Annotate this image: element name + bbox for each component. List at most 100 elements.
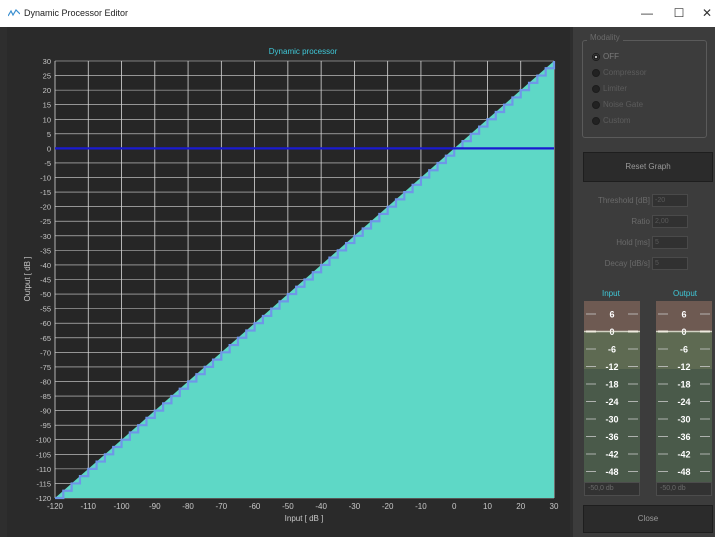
y-tick-label: 15 bbox=[43, 101, 51, 110]
y-tick-label: -15 bbox=[40, 188, 51, 197]
y-tick-label: -105 bbox=[36, 450, 51, 459]
meter-scale-label: -30 bbox=[677, 415, 690, 425]
y-tick-label: -35 bbox=[40, 246, 51, 255]
modality-custom-radio[interactable]: Custom bbox=[592, 116, 631, 125]
modality-off-label: OFF bbox=[603, 52, 619, 61]
x-tick-label: -90 bbox=[149, 502, 161, 511]
decay-input[interactable]: 5 bbox=[652, 257, 688, 270]
y-tick-label: -45 bbox=[40, 276, 51, 285]
input-meter-title: Input bbox=[602, 289, 620, 298]
y-tick-label: -60 bbox=[40, 319, 51, 328]
x-tick-label: 20 bbox=[516, 502, 525, 511]
meter-scale-label: -24 bbox=[677, 397, 690, 407]
modality-limiter-label: Limiter bbox=[603, 84, 628, 93]
modality-limiter-radio[interactable]: Limiter bbox=[592, 84, 627, 93]
y-tick-label: -80 bbox=[40, 377, 51, 386]
reset-graph-button[interactable]: Reset Graph bbox=[583, 152, 713, 182]
y-tick-label: -90 bbox=[40, 407, 51, 416]
x-tick-labels: -120 -110 -100 -90 -80 -70 -60 -50 -40 -30 -20 -10 0… bbox=[47, 502, 559, 511]
y-tick-label: -85 bbox=[40, 392, 51, 401]
meter-scale-label: 6 bbox=[681, 310, 686, 320]
x-tick-label: 10 bbox=[483, 502, 492, 511]
y-tick-label: -115 bbox=[37, 479, 51, 488]
meter-scale-label: -12 bbox=[605, 362, 618, 372]
meter-scale-label: -30 bbox=[605, 415, 618, 425]
y-tick-label: -75 bbox=[40, 363, 51, 372]
control-panel: Modality OFF Compressor Limiter Noise Ga… bbox=[573, 27, 715, 537]
app-wave-icon bbox=[8, 9, 20, 18]
meter-scale-label: -42 bbox=[677, 450, 690, 460]
output-level-meter: 60-6-12-18-24-30-36-42-48 bbox=[656, 301, 712, 486]
modality-legend: Modality bbox=[587, 33, 623, 42]
radio-unselected-icon bbox=[592, 68, 600, 77]
chart-panel[interactable]: -120 -110 -100 -90 -80 -70 -60 -50 -40 -30 -20 -10 0… bbox=[7, 27, 570, 537]
x-tick-label: -110 bbox=[81, 502, 97, 511]
y-tick-label: -55 bbox=[40, 305, 51, 314]
title-bar: Dynamic Processor Editor — ☐ ✕ bbox=[0, 0, 715, 27]
minimize-button[interactable]: — bbox=[636, 4, 658, 22]
y-axis-label: Output [ dB ] bbox=[23, 257, 32, 302]
ratio-label: Ratio bbox=[631, 217, 650, 226]
modality-compressor-radio[interactable]: Compressor bbox=[592, 68, 647, 77]
x-tick-label: -100 bbox=[114, 502, 131, 511]
y-tick-label: -100 bbox=[36, 436, 51, 445]
meter-scale-label: 6 bbox=[609, 310, 614, 320]
input-level-meter: 60-6-12-18-24-30-36-42-48 bbox=[584, 301, 640, 486]
x-tick-label: -60 bbox=[249, 502, 261, 511]
transfer-curve-chart[interactable]: -120 -110 -100 -90 -80 -70 -60 -50 -40 -30 -20 -10 0… bbox=[7, 27, 570, 537]
meter-scale-label: -48 bbox=[605, 467, 618, 477]
meter-scale-label: -12 bbox=[677, 362, 690, 372]
radio-unselected-icon bbox=[592, 84, 600, 93]
x-tick-label: 0 bbox=[452, 502, 457, 511]
hold-input[interactable]: 5 bbox=[652, 236, 688, 249]
y-tick-label: -25 bbox=[40, 217, 51, 226]
ratio-input[interactable]: 2,00 bbox=[652, 215, 688, 228]
meter-scale-label: -6 bbox=[608, 345, 616, 355]
meter-scale-label: -36 bbox=[677, 432, 690, 442]
chart-title: Dynamic processor bbox=[269, 47, 338, 56]
maximize-button[interactable]: ☐ bbox=[668, 4, 690, 22]
radio-unselected-icon bbox=[592, 100, 600, 109]
x-tick-label: -120 bbox=[47, 502, 64, 511]
output-meter-title: Output bbox=[673, 289, 698, 298]
close-window-button[interactable]: ✕ bbox=[696, 4, 715, 22]
input-level-readout: -50,0 db bbox=[584, 482, 640, 496]
y-tick-label: 10 bbox=[43, 115, 51, 124]
decay-label: Decay [dB/s] bbox=[604, 259, 650, 268]
x-axis-label: Input [ dB ] bbox=[285, 514, 324, 523]
close-button[interactable]: Close bbox=[583, 505, 713, 533]
x-tick-label: 30 bbox=[550, 502, 559, 511]
meter-scale-label: -48 bbox=[677, 467, 690, 477]
y-tick-label: 5 bbox=[47, 130, 51, 139]
x-tick-label: -20 bbox=[382, 502, 394, 511]
y-tick-label: -10 bbox=[40, 174, 51, 183]
modality-custom-label: Custom bbox=[603, 116, 631, 125]
y-tick-label: -95 bbox=[40, 421, 51, 430]
y-tick-label: -5 bbox=[44, 159, 51, 168]
y-tick-label: 20 bbox=[43, 86, 51, 95]
x-tick-label: -30 bbox=[349, 502, 361, 511]
modality-noise-gate-radio[interactable]: Noise Gate bbox=[592, 100, 643, 109]
y-tick-label: -50 bbox=[40, 290, 51, 299]
meter-scale-label: -6 bbox=[680, 345, 688, 355]
meter-scale-label: -42 bbox=[605, 450, 618, 460]
hold-label: Hold [ms] bbox=[616, 238, 650, 247]
x-tick-label: -70 bbox=[216, 502, 228, 511]
modality-off-radio[interactable]: OFF bbox=[592, 52, 619, 61]
x-tick-label: -10 bbox=[415, 502, 427, 511]
modality-noise-gate-label: Noise Gate bbox=[603, 100, 644, 109]
y-tick-label: -120 bbox=[36, 494, 51, 503]
modality-compressor-label: Compressor bbox=[603, 68, 647, 77]
y-tick-label: 30 bbox=[43, 57, 51, 66]
x-tick-label: -40 bbox=[315, 502, 327, 511]
threshold-label: Threshold [dB] bbox=[597, 196, 650, 205]
y-tick-label: -40 bbox=[40, 261, 51, 270]
y-tick-label: -65 bbox=[40, 334, 51, 343]
y-tick-label: -70 bbox=[40, 348, 51, 357]
threshold-input[interactable]: -20 bbox=[652, 194, 688, 207]
y-tick-label: 0 bbox=[47, 144, 51, 153]
y-tick-label: -110 bbox=[37, 465, 51, 474]
meter-scale-label: -18 bbox=[605, 380, 618, 390]
x-tick-label: -50 bbox=[282, 502, 294, 511]
window-title: Dynamic Processor Editor bbox=[24, 8, 129, 18]
